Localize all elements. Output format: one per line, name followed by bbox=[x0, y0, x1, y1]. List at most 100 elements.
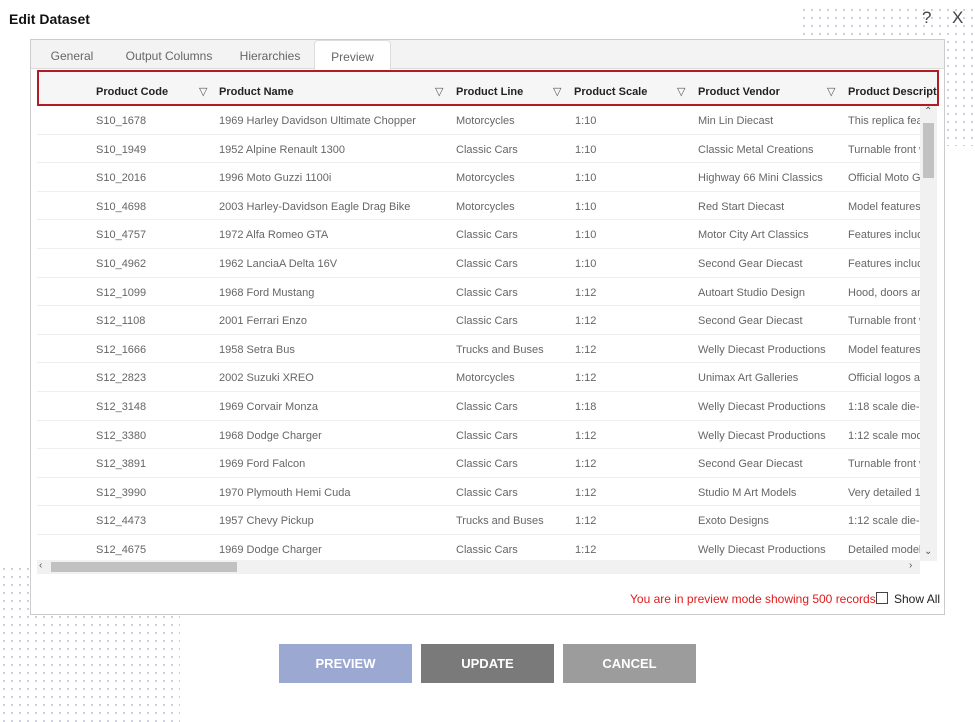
filter-icon[interactable]: ▽ bbox=[553, 85, 561, 98]
filter-icon[interactable]: ▽ bbox=[435, 85, 443, 98]
scroll-right-icon[interactable]: › bbox=[909, 560, 912, 571]
scroll-up-icon[interactable]: ⌃ bbox=[924, 106, 932, 117]
table-cell: Red Start Diecast bbox=[698, 200, 785, 213]
table-cell: S12_4675 bbox=[96, 544, 147, 556]
filter-icon[interactable]: ▽ bbox=[827, 85, 835, 98]
close-icon[interactable]: X bbox=[952, 8, 963, 28]
tab-hierarchies[interactable]: Hierarchies bbox=[231, 40, 309, 69]
column-header[interactable]: Product Descriptic bbox=[848, 86, 937, 98]
table-row[interactable]: S12_3990 1970 Plymouth Hemi Cuda Classic C… bbox=[37, 477, 920, 507]
table-cell: Trucks and Buses bbox=[456, 343, 544, 356]
table-row[interactable]: S12_1666 1958 Setra Bus Trucks and Buses 1:… bbox=[37, 335, 920, 364]
table-cell: S10_1678 bbox=[96, 115, 147, 127]
table-cell: 1969 Dodge Charger bbox=[219, 544, 322, 556]
table-cell: This replica featu bbox=[848, 115, 920, 127]
table-row[interactable]: S10_1678 1969 Harley Davidson Ultimate Ch… bbox=[37, 106, 920, 135]
table-cell: S10_2016 bbox=[96, 172, 147, 185]
scrollbar-thumb[interactable] bbox=[923, 123, 934, 178]
help-icon[interactable]: ? bbox=[922, 8, 931, 28]
table-row[interactable]: S12_2823 2002 Suzuki XREO Motorcycles 1:12 U… bbox=[37, 363, 920, 392]
table-cell: Classic Cars bbox=[456, 258, 518, 270]
show-all-checkbox[interactable] bbox=[876, 592, 888, 604]
table-row[interactable]: S12_3891 1969 Ford Falcon Classic Cars 1:12… bbox=[37, 449, 920, 478]
table-cell: Trucks and Buses bbox=[456, 515, 544, 528]
table-row[interactable]: S12_3380 1968 Dodge Charger Classic Cars 1:… bbox=[37, 420, 920, 450]
table-row[interactable]: S12_3148 1969 Corvair Monza Classic Cars 1:… bbox=[37, 392, 920, 421]
dialog-title: Edit Dataset bbox=[9, 11, 90, 27]
tab-general[interactable]: General bbox=[39, 40, 105, 69]
scroll-left-icon[interactable]: ‹ bbox=[39, 560, 42, 571]
table-row[interactable]: S10_4698 2003 Harley-Davidson Eagle Drag … bbox=[37, 191, 920, 221]
table-cell: 1:12 bbox=[575, 429, 597, 442]
table-cell: Classic Cars bbox=[456, 229, 518, 242]
column-header[interactable]: Product Code bbox=[96, 86, 168, 98]
show-all-label[interactable]: Show All bbox=[894, 592, 940, 606]
table-cell: 1:12 bbox=[575, 286, 597, 299]
table-cell: Highway 66 Mini Classics bbox=[698, 172, 823, 185]
table-cell: 1968 Ford Mustang bbox=[219, 286, 315, 299]
table-cell: Motorcycles bbox=[456, 200, 515, 213]
table-row[interactable]: S10_4962 1962 LanciaA Delta 16V Classic Ca… bbox=[37, 249, 920, 278]
table-cell: 1969 Ford Falcon bbox=[219, 458, 306, 471]
table-cell: Exoto Designs bbox=[698, 515, 769, 528]
table-cell: Features include bbox=[848, 258, 920, 270]
table-cell: Unimax Art Galleries bbox=[698, 372, 799, 385]
table-cell: S12_3990 bbox=[96, 486, 147, 499]
table-row[interactable]: S10_2016 1996 Moto Guzzi 1100i Motorcycles… bbox=[37, 163, 920, 192]
table-cell: Classic Cars bbox=[456, 429, 518, 442]
table-cell: S12_4473 bbox=[96, 515, 147, 528]
table-cell: 2001 Ferrari Enzo bbox=[219, 315, 308, 328]
preview-button[interactable]: PREVIEW bbox=[279, 644, 412, 683]
table-cell: 1:12 scale mode bbox=[848, 429, 920, 442]
table-cell: Model features 3 bbox=[848, 343, 920, 356]
scroll-down-icon[interactable]: ⌄ bbox=[924, 546, 932, 557]
table-row[interactable]: S12_4473 1957 Chevy Pickup Trucks and Buse… bbox=[37, 506, 920, 535]
table-cell: S12_3891 bbox=[96, 458, 147, 471]
table-cell: Second Gear Diecast bbox=[698, 458, 803, 471]
cancel-button[interactable]: CANCEL bbox=[563, 644, 696, 683]
table-row[interactable]: S12_1099 1968 Ford Mustang Classic Cars 1:1… bbox=[37, 278, 920, 307]
table-cell: Motor City Art Classics bbox=[698, 229, 809, 242]
table-cell: Welly Diecast Productions bbox=[698, 544, 826, 556]
table-cell: Features include bbox=[848, 229, 920, 242]
filter-icon[interactable]: ▽ bbox=[677, 85, 685, 98]
table-cell: 1957 Chevy Pickup bbox=[219, 515, 314, 528]
column-header[interactable]: Product Line bbox=[456, 86, 523, 98]
horizontal-scrollbar[interactable]: ‹ › bbox=[37, 560, 920, 574]
table-cell: Studio M Art Models bbox=[698, 486, 797, 499]
table-cell: 1:12 bbox=[575, 515, 597, 528]
scrollbar-thumb[interactable] bbox=[51, 562, 237, 572]
tab-preview[interactable]: Preview bbox=[314, 40, 391, 70]
table-row[interactable]: S10_1949 1952 Alpine Renault 1300 Classic … bbox=[37, 134, 920, 164]
table-cell: S10_1949 bbox=[96, 143, 147, 156]
table-cell: 1:12 bbox=[575, 372, 597, 385]
vertical-scrollbar[interactable]: ⌃ ⌄ bbox=[920, 106, 937, 561]
preview-grid: Product Code ▽ Product Name ▽ Product Li… bbox=[37, 70, 939, 576]
table-cell: Motorcycles bbox=[456, 172, 515, 185]
table-row[interactable]: S10_4757 1972 Alfa Romeo GTA Classic Cars 1… bbox=[37, 220, 920, 249]
column-header[interactable]: Product Scale bbox=[574, 86, 647, 98]
filter-icon[interactable]: ▽ bbox=[199, 85, 207, 98]
table-cell: Classic Cars bbox=[456, 486, 518, 499]
table-cell: Classic Metal Creations bbox=[698, 143, 814, 156]
table-cell: 1958 Setra Bus bbox=[219, 343, 295, 356]
table-cell: 1:10 bbox=[575, 143, 597, 156]
update-button[interactable]: UPDATE bbox=[421, 644, 554, 683]
table-row[interactable]: S12_1108 2001 Ferrari Enzo Classic Cars 1:1… bbox=[37, 306, 920, 335]
column-header[interactable]: Product Vendor bbox=[698, 86, 780, 98]
column-header[interactable]: Product Name bbox=[219, 86, 294, 98]
table-cell: Detailed model c bbox=[848, 544, 920, 556]
table-cell: Classic Cars bbox=[456, 143, 518, 156]
table-cell: Classic Cars bbox=[456, 458, 518, 471]
table-cell: 1:18 scale die-ca bbox=[848, 401, 920, 413]
table-cell: 1:10 bbox=[575, 115, 597, 127]
table-cell: 1:12 bbox=[575, 544, 597, 556]
table-cell: 1972 Alfa Romeo GTA bbox=[219, 229, 329, 242]
table-cell: 1968 Dodge Charger bbox=[219, 429, 322, 442]
table-cell: 1:10 bbox=[575, 172, 597, 185]
tab-output-columns[interactable]: Output Columns bbox=[119, 40, 219, 69]
table-cell: Second Gear Diecast bbox=[698, 315, 803, 328]
table-cell: Turnable front wh bbox=[848, 143, 920, 156]
table-cell: 1:12 scale die-ca bbox=[848, 515, 920, 528]
table-cell: Welly Diecast Productions bbox=[698, 401, 826, 413]
